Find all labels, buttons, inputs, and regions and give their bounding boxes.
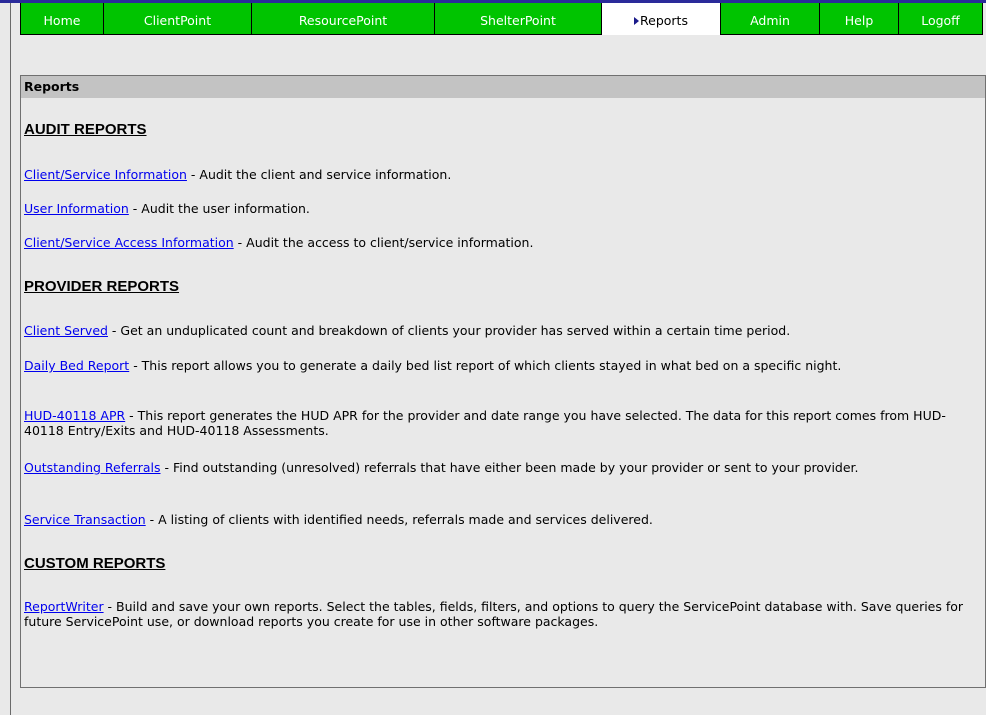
report-description: - This report allows you to generate a d… — [129, 358, 842, 373]
tab-clientpoint[interactable]: ClientPoint — [104, 3, 252, 35]
report-link-outstanding-referrals[interactable]: Outstanding Referrals — [24, 460, 161, 475]
tab-label: Admin — [750, 13, 790, 28]
report-link-hud-40118-apr[interactable]: HUD-40118 APR — [24, 408, 125, 423]
report-entry: Daily Bed Report - This report allows yo… — [24, 358, 974, 373]
report-description: - Audit the user information. — [128, 201, 310, 216]
report-link-client-service-access-information[interactable]: Client/Service Access Information — [24, 235, 234, 250]
report-link-daily-bed-report[interactable]: Daily Bed Report — [24, 358, 129, 373]
report-entry: ReportWriter - Build and save your own r… — [24, 599, 974, 629]
tab-resourcepoint[interactable]: ResourcePoint — [252, 3, 435, 35]
report-entry: Client Served - Get an unduplicated coun… — [24, 323, 974, 338]
report-description: - Build and save your own reports. Selec… — [24, 599, 964, 629]
report-description: - A listing of clients with identified n… — [145, 512, 653, 527]
tab-label: Logoff — [921, 13, 960, 28]
section-title-custom: CUSTOM REPORTS — [24, 555, 166, 572]
caret-right-icon — [634, 17, 640, 25]
report-entry: Client/Service Access Information - Audi… — [24, 235, 974, 250]
report-description: - Get an unduplicated count and breakdow… — [107, 323, 791, 338]
tab-reports[interactable]: Reports — [602, 3, 721, 35]
report-link-client-served[interactable]: Client Served — [24, 323, 108, 338]
report-link-client-service-information[interactable]: Client/Service Information — [24, 167, 187, 182]
report-entry: Client/Service Information - Audit the c… — [24, 167, 974, 182]
panel-title: Reports — [21, 76, 985, 98]
report-description: - Audit the access to client/service inf… — [233, 235, 534, 250]
report-link-service-transaction[interactable]: Service Transaction — [24, 512, 146, 527]
report-link-reportwriter[interactable]: ReportWriter — [24, 599, 104, 614]
main-nav: Home ClientPoint ResourcePoint ShelterPo… — [20, 3, 983, 35]
report-entry: Outstanding Referrals - Find outstanding… — [24, 460, 974, 475]
tab-label: ResourcePoint — [298, 13, 388, 28]
tab-home[interactable]: Home — [20, 3, 104, 35]
report-description: - Find outstanding (unresolved) referral… — [160, 460, 859, 475]
tab-help[interactable]: Help — [820, 3, 899, 35]
report-description: - This report generates the HUD APR for … — [24, 408, 946, 438]
report-entry: HUD-40118 APR - This report generates th… — [24, 408, 974, 438]
left-border-line — [10, 3, 11, 715]
tab-shelterpoint[interactable]: ShelterPoint — [435, 3, 602, 35]
section-title-provider: PROVIDER REPORTS — [24, 278, 180, 295]
section-title-audit: AUDIT REPORTS — [24, 121, 147, 138]
tab-label: ShelterPoint — [480, 13, 556, 28]
tab-label: Help — [844, 13, 874, 28]
report-link-user-information[interactable]: User Information — [24, 201, 129, 216]
report-description: - Audit the client and service informati… — [186, 167, 452, 182]
tab-admin[interactable]: Admin — [721, 3, 820, 35]
report-entry: User Information - Audit the user inform… — [24, 201, 974, 216]
reports-panel: Reports AUDIT REPORTS Client/Service Inf… — [20, 75, 986, 688]
tab-label: Home — [43, 13, 81, 28]
tab-label: Reports — [640, 13, 688, 28]
tab-label: ClientPoint — [143, 13, 212, 28]
tab-logoff[interactable]: Logoff — [899, 3, 983, 35]
report-entry: Service Transaction - A listing of clien… — [24, 512, 974, 527]
